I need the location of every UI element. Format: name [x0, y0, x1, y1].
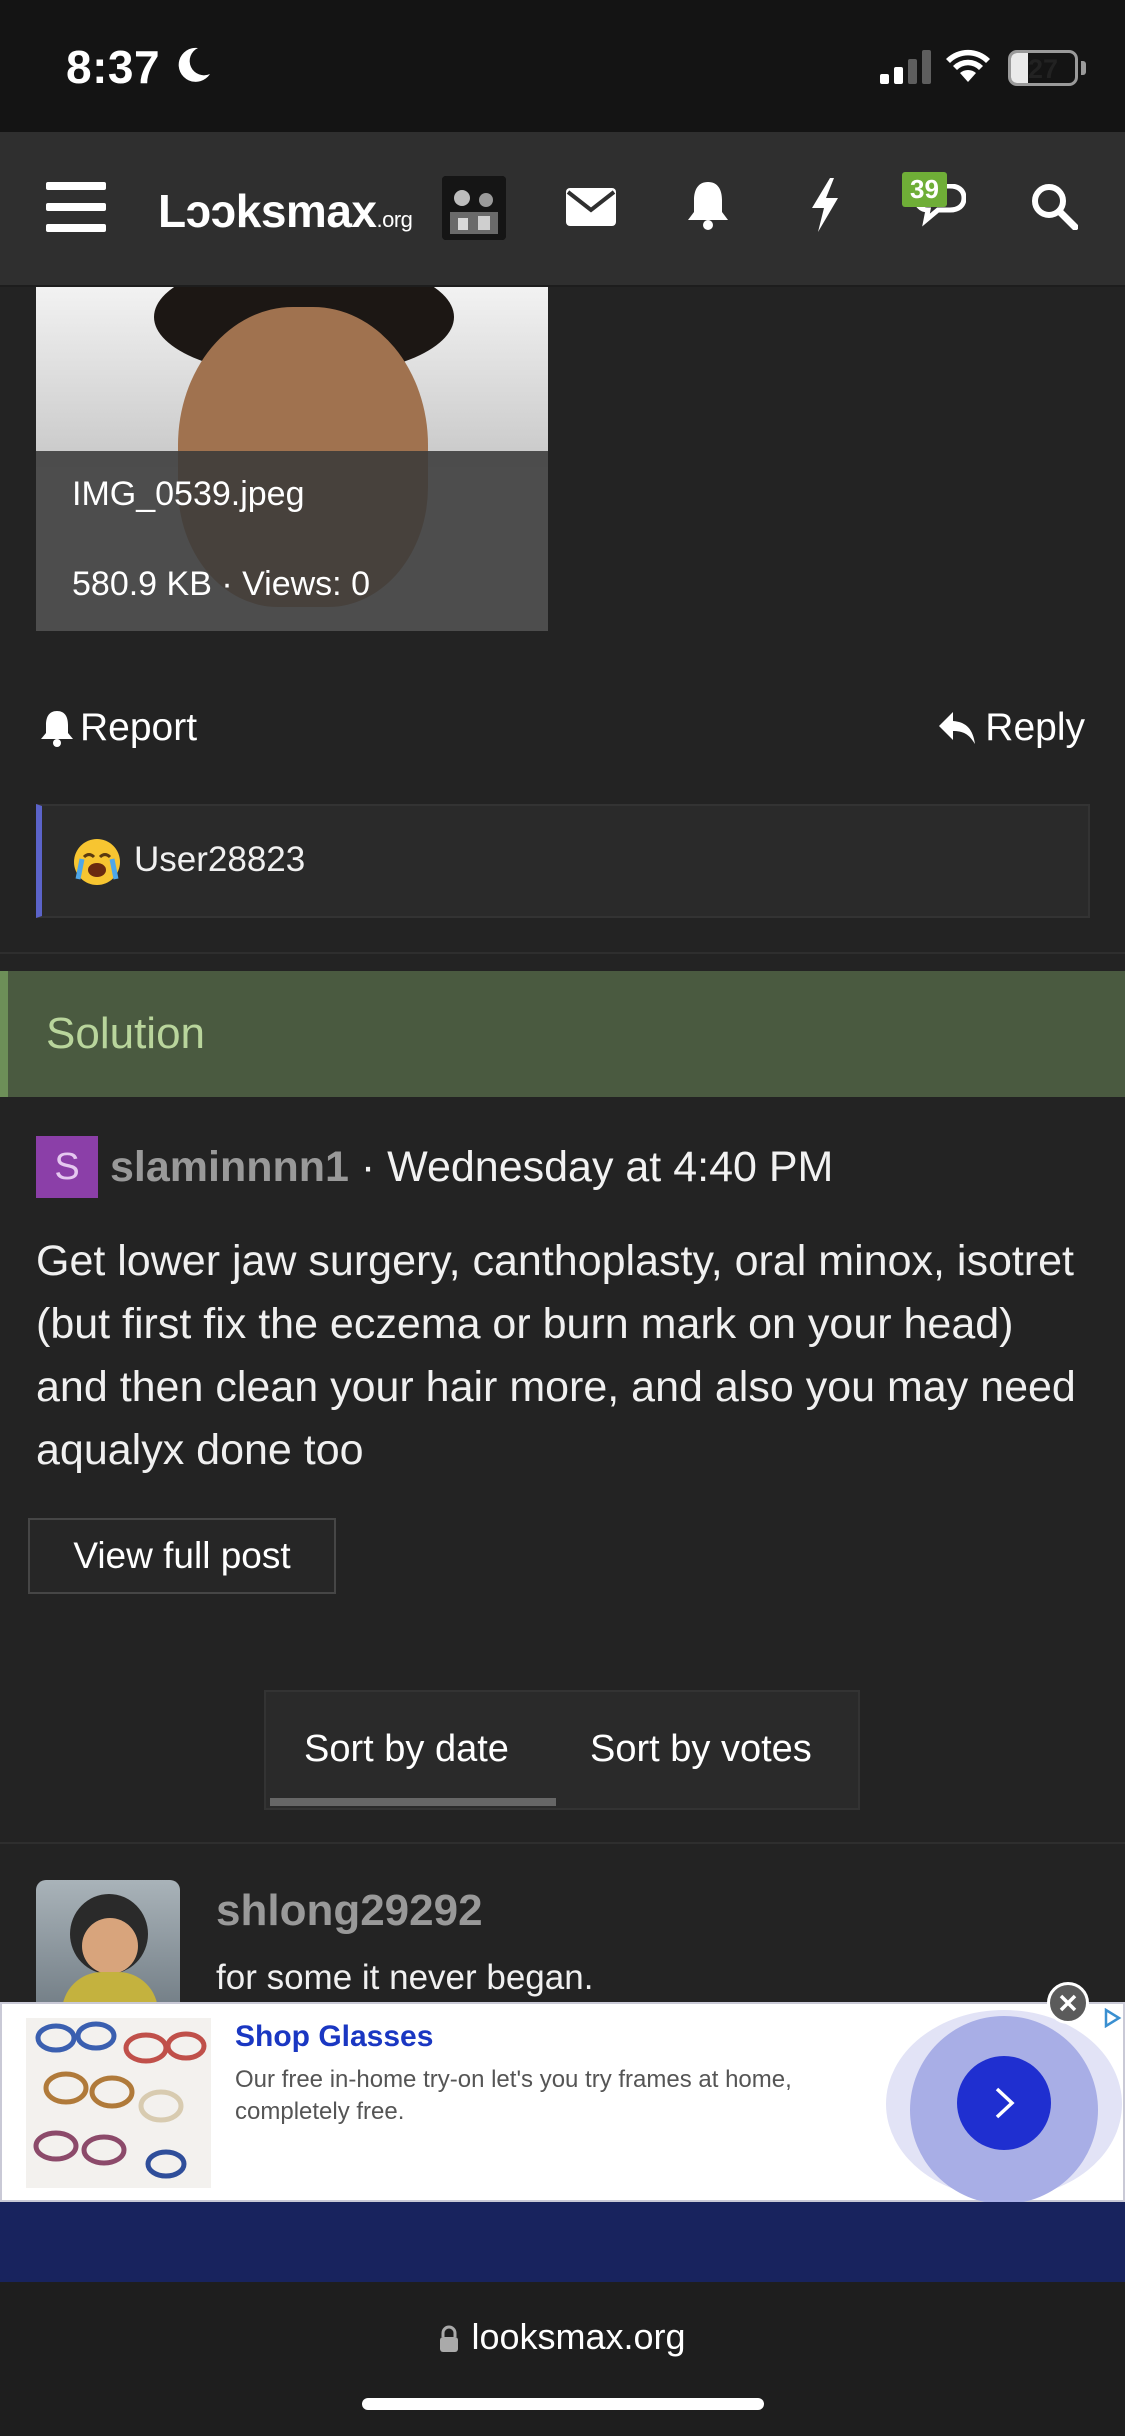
reply-text: for some it never began.	[216, 1958, 594, 1997]
quote-username: User28823	[134, 840, 306, 879]
close-icon	[1059, 1994, 1077, 2012]
address-bar[interactable]: looksmax.org	[0, 2316, 1125, 2358]
report-bell-icon	[41, 711, 73, 747]
adchoices-icon[interactable]	[1102, 2008, 1122, 2028]
avatar-letter: S	[54, 1145, 80, 1188]
logo-suffix: .org	[376, 207, 413, 232]
reply-avatar[interactable]	[36, 1880, 180, 2004]
view-full-post-button[interactable]: View full post	[28, 1518, 336, 1594]
active-tab-indicator	[270, 1798, 556, 1806]
sort-tabs: Sort by date Sort by votes	[264, 1690, 860, 1810]
ad-footer-bar	[0, 2202, 1125, 2282]
top-nav: Lɔɔksmax.org 39	[0, 132, 1125, 287]
reply-arrow-icon	[939, 712, 976, 744]
solution-body: Get lower jaw surgery, canthoplasty, ora…	[36, 1237, 1076, 1474]
ad-image[interactable]	[26, 2018, 211, 2188]
ad-open-button[interactable]	[957, 2056, 1051, 2150]
mail-icon[interactable]	[566, 188, 616, 226]
tab-sort-by-votes[interactable]: Sort by votes	[590, 1728, 812, 1771]
lock-icon	[440, 2326, 459, 2353]
chat-badge: 39	[902, 172, 947, 207]
bell-icon[interactable]	[686, 180, 730, 230]
ad-description: Our free in-home try-on let's you try fr…	[235, 2066, 792, 2125]
avatar[interactable]: S	[36, 1136, 98, 1198]
reply-button[interactable]: Reply	[937, 706, 1085, 750]
divider	[0, 952, 1125, 954]
user-avatar[interactable]	[442, 176, 506, 240]
solution-header: Solution	[0, 971, 1125, 1097]
browser-bottom-bar: looksmax.org	[0, 2282, 1125, 2436]
tab-sort-by-date[interactable]: Sort by date	[304, 1728, 509, 1771]
url-text: looksmax.org	[471, 2316, 686, 2357]
ad-banner[interactable]: Shop Glasses Our free in-home try-on let…	[0, 1982, 1125, 2204]
avatar-coat	[62, 1972, 158, 2004]
avatar-face	[82, 1918, 138, 1974]
logo-text: Lɔɔksmax	[158, 185, 377, 237]
ad-title[interactable]: Shop Glasses	[235, 2020, 433, 2054]
attachment-thumbnail[interactable]: IMG_0539.jpeg 580.9 KB · Views: 0	[36, 287, 548, 631]
report-button[interactable]: Report	[40, 706, 197, 750]
moon-icon	[178, 47, 210, 82]
solution-username[interactable]: slaminnnn1	[110, 1143, 349, 1192]
attachment-meta: 580.9 KB · Views: 0	[72, 565, 370, 603]
home-indicator	[362, 2398, 764, 2410]
status-time: 8:37	[66, 41, 161, 93]
solution-date[interactable]: · Wednesday at 4:40 PM	[349, 1143, 833, 1192]
divider	[0, 1842, 1125, 1844]
solution-title: Solution	[46, 1009, 206, 1058]
wifi-icon	[946, 49, 990, 82]
quote-block[interactable]: User28823	[36, 804, 1090, 918]
report-label: Report	[80, 706, 198, 749]
avatar-image	[442, 176, 506, 240]
reply-username[interactable]: shlong29292	[216, 1886, 483, 1936]
battery-tip	[1081, 61, 1086, 75]
bolt-icon[interactable]	[808, 178, 842, 232]
signal-icon	[880, 50, 931, 84]
status-bar: 8:37 27	[0, 0, 1125, 132]
attachment-filename: IMG_0539.jpeg	[72, 475, 305, 513]
crying-emoji-icon	[74, 839, 120, 885]
ad-close-button[interactable]	[1047, 1982, 1089, 2024]
reply-label: Reply	[985, 706, 1085, 749]
solution-post-meta: S slaminnnn1 · Wednesday at 4:40 PM	[36, 1136, 833, 1198]
chevron-right-icon	[995, 2087, 1015, 2119]
search-icon[interactable]	[1030, 182, 1078, 230]
menu-icon[interactable]	[46, 180, 108, 234]
battery-icon: 27	[1008, 50, 1078, 86]
battery-level: 27	[1027, 54, 1059, 84]
site-logo[interactable]: Lɔɔksmax.org	[158, 184, 413, 238]
